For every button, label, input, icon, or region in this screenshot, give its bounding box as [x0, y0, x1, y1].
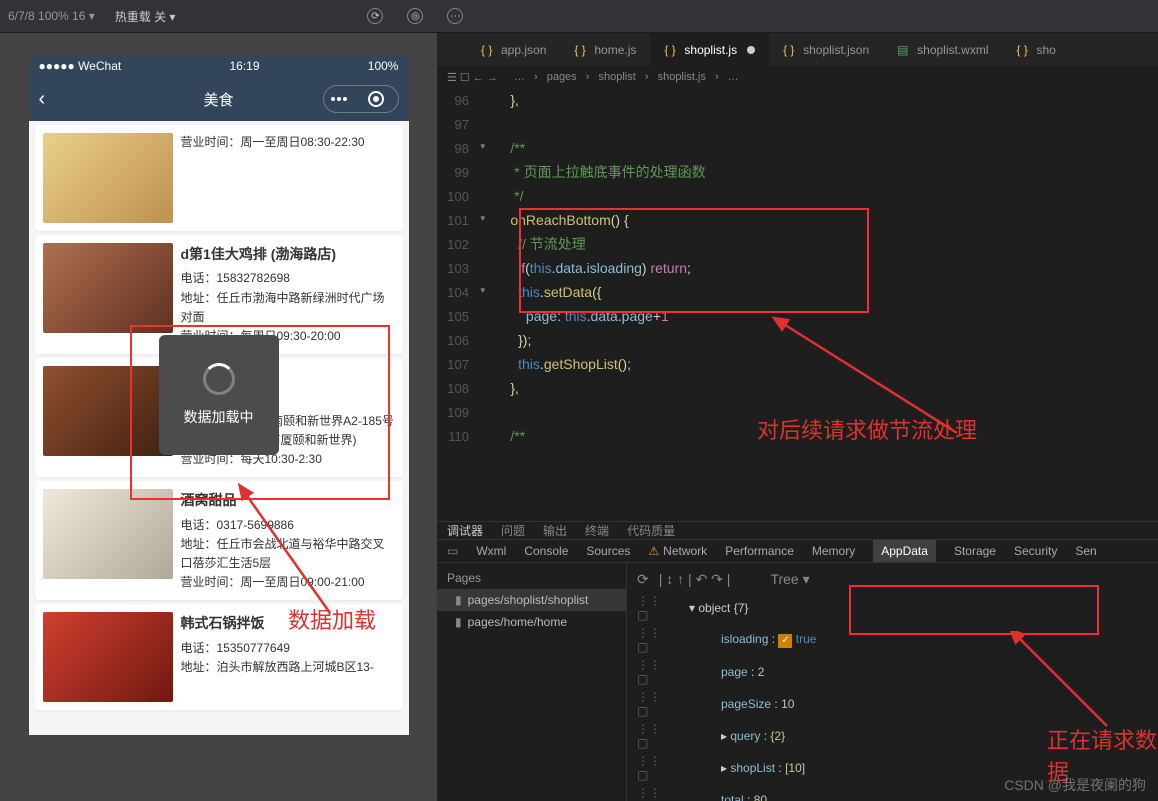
devtools-tabs: ▭ Wxml Console Sources ⚠Network Performance M… [437, 540, 1158, 563]
shop-info: 酒窝甜品电话：0317-5699886地址：任丘市会战北道与裕华中路交叉口蓓莎汇… [181, 489, 395, 592]
spinner-icon [203, 363, 235, 395]
nav-title: 美食 [203, 89, 233, 110]
shop-image [43, 612, 173, 702]
shop-image [43, 133, 173, 223]
js-file-icon: { } [574, 43, 588, 57]
target-icon[interactable]: ◎ [407, 8, 423, 24]
unsaved-dot-icon [747, 46, 755, 54]
editor-tab[interactable]: { }sho [1003, 33, 1070, 66]
shop-item[interactable]: 酒窝甜品电话：0317-5699886地址：任丘市会战北道与裕华中路交叉口蓓莎汇… [35, 481, 403, 600]
devtools-tab[interactable]: Memory [812, 544, 855, 558]
hot-reload-toggle[interactable]: 热重载 关 ▾ [115, 8, 176, 25]
simulator-panel: ●●●●● WeChat 16:19 100% ‹ 美食 营业时间：周一至周日0… [0, 33, 437, 801]
back-icon[interactable]: ‹ [39, 88, 46, 111]
top-bar: 6/7/8 100% 16 ▾ 热重载 关 ▾ ⟳ ◎ ⋯ [0, 0, 1158, 33]
refresh-icon[interactable]: ⟳ [367, 8, 383, 24]
tree-item[interactable]: ⋮⋮ ▢pageSize : 10 [637, 688, 1148, 720]
devtools-tab[interactable]: Storage [954, 544, 996, 558]
devtools-tab[interactable]: Performance [725, 544, 794, 558]
carrier-text: ●●●●● WeChat [39, 59, 122, 73]
pages-header: Pages [437, 567, 626, 589]
shop-item[interactable]: 营业时间：周一至周日08:30-22:30 [35, 125, 403, 231]
close-circle-icon[interactable] [368, 91, 384, 107]
time-text: 16:19 [229, 59, 259, 73]
code-editor[interactable]: 96 },9798▾ /**99 * 页面上拉触底事件的处理函数100 */10… [437, 88, 1158, 521]
page-item[interactable]: ▮pages/home/home [437, 611, 626, 633]
tree-item[interactable]: ⋮⋮ ▢▸ query : {2} [637, 720, 1148, 752]
panel-tab[interactable]: 调试器 [447, 522, 483, 539]
tree-mode-select[interactable]: Tree ▾ [770, 571, 809, 588]
shop-image [43, 366, 173, 456]
js-file-icon: { } [664, 43, 678, 57]
shop-info: d第1佳大鸡排 (渤海路店)电话：15832782698地址：任丘市渤海中路新绿… [181, 243, 395, 346]
file-icon: ▮ [455, 615, 462, 629]
editor-tab[interactable]: { }shoplist.json [769, 33, 883, 66]
devtools-tab[interactable]: Sources [586, 544, 630, 558]
tree-item[interactable]: ⋮⋮ ▢page : 2 [637, 656, 1148, 688]
bottom-panel: 调试器 问题 输出 终端 代码质量 ▭ Wxml Console Sources ⚠Netwo… [437, 521, 1158, 801]
devtools-tab[interactable]: Security [1014, 544, 1057, 558]
appdata-panel: ⟳ | ↕ ↑ | ↶ ↷ | Tree ▾ ⋮⋮ ▢▾ object {7}⋮… [627, 563, 1158, 801]
phone-nav-bar: ‹ 美食 [29, 77, 409, 121]
shop-info: 营业时间：周一至周日08:30-22:30 [181, 133, 395, 223]
file-icon: ▮ [455, 593, 462, 607]
panel-tabs: 调试器 问题 输出 终端 代码质量 [437, 522, 1158, 540]
refresh-icon[interactable]: ⟳ [637, 571, 649, 588]
tree-item[interactable]: ⋮⋮ ▢isloading : ✓ true [637, 624, 1148, 656]
menu-dots-icon[interactable] [337, 97, 341, 101]
editor-tab[interactable]: { }home.js [560, 33, 650, 66]
devtools-tab[interactable]: Sen [1075, 544, 1096, 558]
wxml-file-icon: ▤ [897, 43, 911, 57]
devtools-select-icon[interactable]: ▭ [447, 544, 458, 558]
devtools-tab[interactable]: AppData [873, 540, 936, 562]
phone-status-bar: ●●●●● WeChat 16:19 100% [29, 55, 409, 77]
battery-text: 100% [368, 59, 399, 73]
json-file-icon: { } [783, 43, 797, 57]
breadcrumb[interactable]: ☰ ☐ ← → … › pages › shoplist › shoplist.… [437, 66, 1158, 88]
tree-root[interactable]: ⋮⋮ ▢▾ object {7} [637, 592, 1148, 624]
shop-image [43, 489, 173, 579]
js-file-icon: { } [1017, 43, 1031, 57]
panel-tab[interactable]: 输出 [543, 522, 567, 539]
loading-toast: 数据加载中 [159, 335, 279, 455]
watermark: CSDN @我是夜阑的狗 [1004, 775, 1146, 795]
phone-frame: ●●●●● WeChat 16:19 100% ‹ 美食 营业时间：周一至周日0… [29, 55, 409, 735]
editor-tab[interactable]: ▤shoplist.wxml [883, 33, 1002, 66]
devtools-tab[interactable]: ⚠Network [648, 544, 707, 558]
shop-item[interactable]: 韩式石锅拌饭电话：15350777649地址：泊头市解放西路上河城B区13- [35, 604, 403, 710]
editor-panel: { }app.json{ }home.js{ }shoplist.js{ }sh… [437, 33, 1158, 801]
loading-text: 数据加载中 [184, 407, 254, 427]
page-item[interactable]: ▮pages/shoplist/shoplist [437, 589, 626, 611]
panel-tab[interactable]: 问题 [501, 522, 525, 539]
dots-icon[interactable]: ⋯ [447, 8, 463, 24]
shop-info: 韩式石锅拌饭电话：15350777649地址：泊头市解放西路上河城B区13- [181, 612, 395, 702]
editor-tab[interactable]: { }app.json [467, 33, 560, 66]
shop-image [43, 243, 173, 333]
panel-tab[interactable]: 终端 [585, 522, 609, 539]
json-file-icon: { } [481, 43, 495, 57]
data-toolbar[interactable]: ⟳ | ↕ ↑ | ↶ ↷ | Tree ▾ [637, 567, 1148, 592]
devtools-tab[interactable]: Wxml [476, 544, 506, 558]
panel-tab[interactable]: 代码质量 [627, 522, 675, 539]
zoom-info[interactable]: 6/7/8 100% 16 ▾ [8, 9, 95, 23]
editor-tab[interactable]: { }shoplist.js [650, 33, 769, 66]
pages-panel: Pages ▮pages/shoplist/shoplist▮pages/hom… [437, 563, 627, 801]
devtools-tab[interactable]: Console [524, 544, 568, 558]
capsule-button[interactable] [323, 85, 399, 113]
editor-tabs: { }app.json{ }home.js{ }shoplist.js{ }sh… [437, 33, 1158, 66]
toolbar-icons[interactable]: ☰ ☐ ← → [447, 71, 498, 84]
